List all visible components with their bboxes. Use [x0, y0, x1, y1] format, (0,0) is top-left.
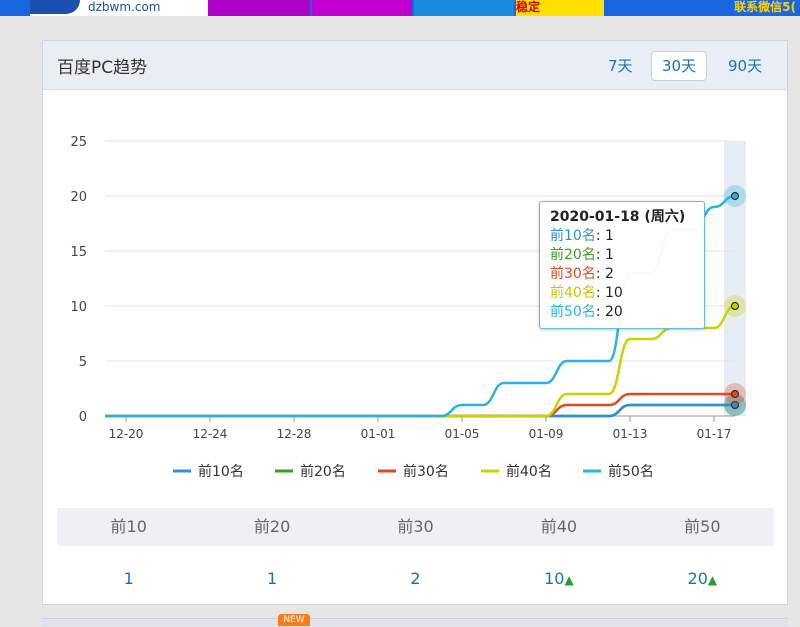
summary-value-text[interactable]: 20 — [688, 569, 708, 588]
tooltip-series-name: 前10名 — [550, 228, 596, 244]
banner-ad-3[interactable] — [312, 0, 412, 16]
summary-value-text[interactable]: 1 — [124, 569, 134, 588]
tooltip-series-value: 20 — [605, 304, 623, 320]
legend-label: 前40名 — [506, 463, 552, 480]
summary-header-top10: 前10 — [110, 517, 147, 536]
highlight-point — [730, 389, 740, 399]
y-tick-label: 0 — [79, 410, 87, 425]
banner-ad-4[interactable] — [414, 0, 514, 16]
new-badge: NEW — [278, 614, 310, 626]
x-tick-label: 01-17 — [697, 427, 732, 441]
tooltip-series-value: 1 — [605, 228, 614, 244]
summary-value-text[interactable]: 2 — [410, 569, 420, 588]
banner-ad-contact[interactable]: 联系微信5( — [606, 0, 800, 16]
tooltip-row-top50: 前50名: 20 — [550, 304, 623, 320]
range-7d-button[interactable]: 7天 — [597, 51, 644, 81]
summary-header-top20: 前20 — [253, 517, 291, 536]
tooltip-row-top30: 前30名: 2 — [550, 266, 614, 282]
tooltip-series-value: 10 — [605, 285, 623, 301]
highlight-band — [724, 141, 746, 416]
summary-value-top20[interactable]: 1 — [200, 546, 343, 602]
x-tick-label: 01-01 — [361, 427, 396, 441]
summary-value-text[interactable]: 1 — [267, 569, 277, 588]
summary-header-top40: 前40 — [540, 517, 578, 536]
chart-tooltip: 2020-01-18 (周六) 前10名: 1 前20名: 1 前30名: 2 … — [539, 201, 705, 329]
x-tick-label: 12-28 — [277, 427, 312, 441]
summary-value-text[interactable]: 10 — [544, 569, 564, 588]
series-line-2 — [105, 403, 735, 418]
y-tick-label: 20 — [70, 190, 87, 205]
panel-header: 百度PC趋势 7天 30天 90天 — [43, 41, 787, 90]
tooltip-series-name: 前40名 — [550, 285, 596, 301]
y-tick-label: 25 — [70, 135, 87, 150]
tooltip-row-top10: 前10名: 1 — [550, 228, 614, 244]
arrow-up-icon: ▲ — [564, 573, 574, 587]
range-30d-button[interactable]: 30天 — [651, 51, 708, 81]
summary-value-top10[interactable]: 1 — [57, 546, 200, 602]
tooltip-row-top20: 前20名: 1 — [550, 247, 614, 263]
tooltip-row-top40: 前40名: 10 — [550, 285, 623, 301]
tooltip-date: 2020-01-18 (周六) — [550, 209, 686, 225]
ranking-summary-table: 前10 前20 前30 前40 前50 1 1 2 10▲ 20▲ — [57, 508, 774, 602]
y-tick-label: 15 — [70, 245, 87, 260]
tooltip-series-name: 前20名 — [550, 247, 596, 263]
series-line-1 — [105, 403, 735, 418]
summary-value-row: 1 1 2 10▲ 20▲ — [57, 546, 774, 602]
summary-header-top30: 前30 — [397, 517, 434, 536]
banner-ad-5[interactable]: 稳定 — [516, 0, 604, 16]
x-tick-label: 12-24 — [193, 427, 228, 441]
y-tick-label: 10 — [70, 300, 87, 315]
summary-header-top50: 前50 — [684, 517, 721, 536]
legend-label: 前20名 — [300, 463, 346, 480]
panel-title: 百度PC趋势 — [57, 58, 148, 78]
x-tick-label: 01-05 — [445, 427, 480, 441]
banner-site-text: dzbwm.com — [88, 0, 161, 14]
x-tick-label: 01-09 — [529, 427, 564, 441]
banner-ad-dzbwm[interactable]: dzbwm.com — [30, 0, 208, 16]
x-tick-label: 01-13 — [613, 427, 648, 441]
summary-value-top40[interactable]: 10▲ — [487, 546, 630, 602]
x-tick-label: 12-20 — [109, 427, 144, 441]
summary-value-top30[interactable]: 2 — [344, 546, 487, 602]
y-tick-label: 5 — [79, 355, 87, 370]
legend-label: 前30名 — [403, 463, 449, 480]
summary-value-top50[interactable]: 20▲ — [631, 546, 774, 602]
ad-banner[interactable]: dzbwm.com 稳定 联系微信5( — [0, 0, 800, 16]
highlight-point — [730, 301, 740, 311]
range-90d-button[interactable]: 90天 — [717, 51, 773, 81]
tooltip-series-name: 前30名 — [550, 266, 596, 282]
legend-label: 前10名 — [198, 463, 244, 480]
arrow-up-icon: ▲ — [707, 573, 718, 587]
banner-ad-2[interactable] — [208, 0, 310, 16]
summary-header-row: 前10 前20 前30 前40 前50 — [57, 508, 774, 546]
legend-label: 前50名 — [608, 463, 654, 480]
baidu-pc-trend-panel: 百度PC趋势 7天 30天 90天 0 5 10 15 20 25 12-20 12-24 12… — [42, 40, 788, 605]
banner-logo-icon — [30, 0, 80, 14]
tooltip-series-value: 1 — [605, 247, 614, 263]
highlight-point — [730, 191, 740, 201]
tooltip-series-value: 2 — [605, 266, 614, 282]
tooltip-series-name: 前50名 — [550, 304, 596, 320]
